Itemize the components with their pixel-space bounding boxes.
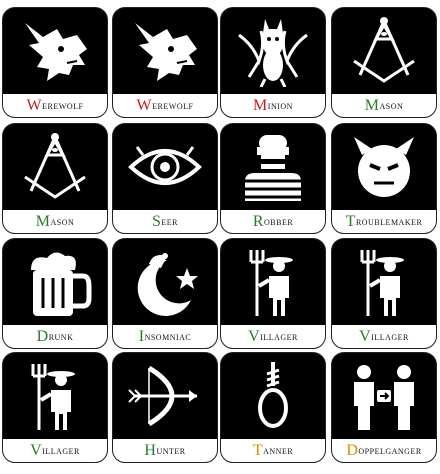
role-card-drunk[interactable]: Drunk: [2, 238, 108, 349]
devil-face-icon: [332, 124, 436, 210]
role-card-label: Drunk: [3, 325, 107, 348]
role-card-werewolf[interactable]: Werewolf: [112, 7, 218, 118]
role-card-mason[interactable]: Mason: [2, 123, 108, 234]
noose-icon: [221, 353, 325, 439]
pitchfork-villager-icon: [332, 239, 436, 325]
role-card-werewolf[interactable]: Werewolf: [2, 7, 108, 118]
role-card-troublemaker[interactable]: Troublemaker: [331, 123, 437, 234]
role-card-label: Mason: [332, 94, 436, 117]
role-card-villager[interactable]: Villager: [220, 238, 326, 349]
robber-icon: [221, 124, 325, 210]
role-card-tanner[interactable]: Tanner: [220, 352, 326, 463]
wolf-head-icon: [3, 8, 107, 94]
role-card-doppelganger[interactable]: Doppelganger: [331, 352, 437, 463]
role-card-grid: Werewolf Werewolf Minion Mason Mason Seer Robb…: [0, 0, 440, 474]
role-card-label: Minion: [221, 94, 325, 117]
role-card-label: Werewolf: [3, 94, 107, 117]
bow-arrow-icon: [113, 353, 217, 439]
role-card-label: Insomniac: [113, 325, 217, 348]
role-card-label: Mason: [3, 210, 107, 233]
role-card-villager[interactable]: Villager: [2, 352, 108, 463]
role-card-label: Werewolf: [113, 94, 217, 117]
role-card-label: Villager: [221, 325, 325, 348]
role-card-label: Hunter: [113, 439, 217, 462]
role-card-label: Seer: [113, 210, 217, 233]
demon-icon: [221, 8, 325, 94]
moon-star-icon: [113, 239, 217, 325]
role-card-robber[interactable]: Robber: [220, 123, 326, 234]
role-card-insomniac[interactable]: Insomniac: [112, 238, 218, 349]
swap-people-icon: [332, 353, 436, 439]
beer-mug-icon: [3, 239, 107, 325]
role-card-label: Tanner: [221, 439, 325, 462]
role-card-label: Villager: [332, 325, 436, 348]
role-card-label: Doppelganger: [332, 439, 436, 462]
role-card-mason[interactable]: Mason: [331, 7, 437, 118]
compass-square-icon: [3, 124, 107, 210]
role-card-seer[interactable]: Seer: [112, 123, 218, 234]
wolf-head-icon: [113, 8, 217, 94]
role-card-villager[interactable]: Villager: [331, 238, 437, 349]
compass-square-icon: [332, 8, 436, 94]
pitchfork-villager-icon: [3, 353, 107, 439]
role-card-label: Robber: [221, 210, 325, 233]
eye-icon: [113, 124, 217, 210]
role-card-hunter[interactable]: Hunter: [112, 352, 218, 463]
role-card-label: Villager: [3, 439, 107, 462]
role-card-minion[interactable]: Minion: [220, 7, 326, 118]
pitchfork-villager-icon: [221, 239, 325, 325]
role-card-label: Troublemaker: [332, 210, 436, 233]
